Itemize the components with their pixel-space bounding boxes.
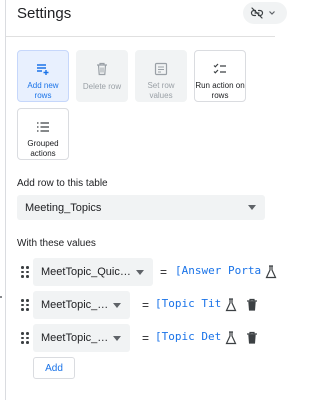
expression-field[interactable]: [Topic Det: [155, 330, 229, 343]
action-label: Grouped actions: [27, 139, 59, 158]
column-dropdown[interactable]: MeetTopic_…: [33, 291, 130, 319]
action-add-new-rows[interactable]: Add new rows: [17, 50, 69, 102]
panel-left-border: [5, 0, 6, 400]
equals-sign: =: [160, 265, 168, 279]
drag-handle-icon[interactable]: [21, 299, 29, 311]
expression-assistant-icon[interactable]: [265, 265, 277, 279]
column-dropdown[interactable]: MeetTopic_Quic…: [33, 258, 153, 286]
dropdown-arrow-icon: [136, 270, 144, 275]
expression-field[interactable]: [Answer Porta: [175, 264, 265, 277]
values-section-label: With these values: [17, 238, 96, 249]
column-name: MeetTopic_…: [41, 332, 109, 344]
settings-header: Settings: [17, 2, 287, 24]
delete-row-icon[interactable]: [246, 331, 258, 345]
settings-title: Settings: [17, 5, 72, 22]
table-dropdown[interactable]: Meeting_Topics: [17, 195, 265, 220]
column-dropdown[interactable]: MeetTopic_…: [33, 324, 130, 352]
playlist-add-icon: [34, 60, 52, 77]
expression-assistant-icon[interactable]: [225, 331, 237, 345]
dropdown-arrow-icon: [113, 303, 121, 308]
dropdown-arrow-icon: [113, 336, 121, 341]
column-name: MeetTopic_Quic…: [41, 266, 131, 278]
resize-handle-dot[interactable]: [0, 296, 2, 298]
link-off-icon: [250, 6, 264, 20]
value-row: MeetTopic_… = [Topic Tit: [17, 291, 275, 319]
edit-note-icon: [152, 60, 170, 77]
column-name: MeetTopic_…: [41, 299, 109, 311]
list-icon: [34, 118, 52, 135]
value-row: MeetTopic_Quic… = [Answer Porta: [17, 258, 277, 286]
action-label: Delete row: [82, 82, 122, 91]
table-section-label: Add row to this table: [17, 178, 108, 189]
equals-sign: =: [142, 331, 150, 345]
action-set-row-values[interactable]: Set row values: [135, 50, 187, 102]
expression-field[interactable]: [Topic Tit: [155, 297, 229, 310]
action-label: Add new rows: [27, 81, 59, 100]
chevron-down-icon: [267, 8, 277, 18]
table-dropdown-value: Meeting_Topics: [25, 201, 102, 214]
action-label: Set row values: [147, 81, 175, 100]
trash-icon: [93, 60, 111, 78]
unlink-toggle-button[interactable]: [243, 2, 287, 24]
drag-handle-icon[interactable]: [21, 266, 29, 278]
delete-row-icon[interactable]: [246, 298, 258, 312]
value-row: MeetTopic_… = [Topic Det: [17, 324, 275, 352]
dropdown-arrow-icon: [248, 205, 256, 210]
header-divider: [6, 36, 275, 37]
action-run-action-on-rows[interactable]: Run action on rows: [194, 50, 246, 102]
add-value-button[interactable]: Add: [33, 357, 75, 379]
action-label: Run action on rows: [195, 81, 245, 100]
action-delete-row[interactable]: Delete row: [76, 50, 128, 102]
expression-assistant-icon[interactable]: [225, 298, 237, 312]
equals-sign: =: [142, 298, 150, 312]
drag-handle-icon[interactable]: [21, 332, 29, 344]
action-grouped-actions[interactable]: Grouped actions: [17, 108, 69, 160]
checklist-icon: [211, 60, 229, 77]
